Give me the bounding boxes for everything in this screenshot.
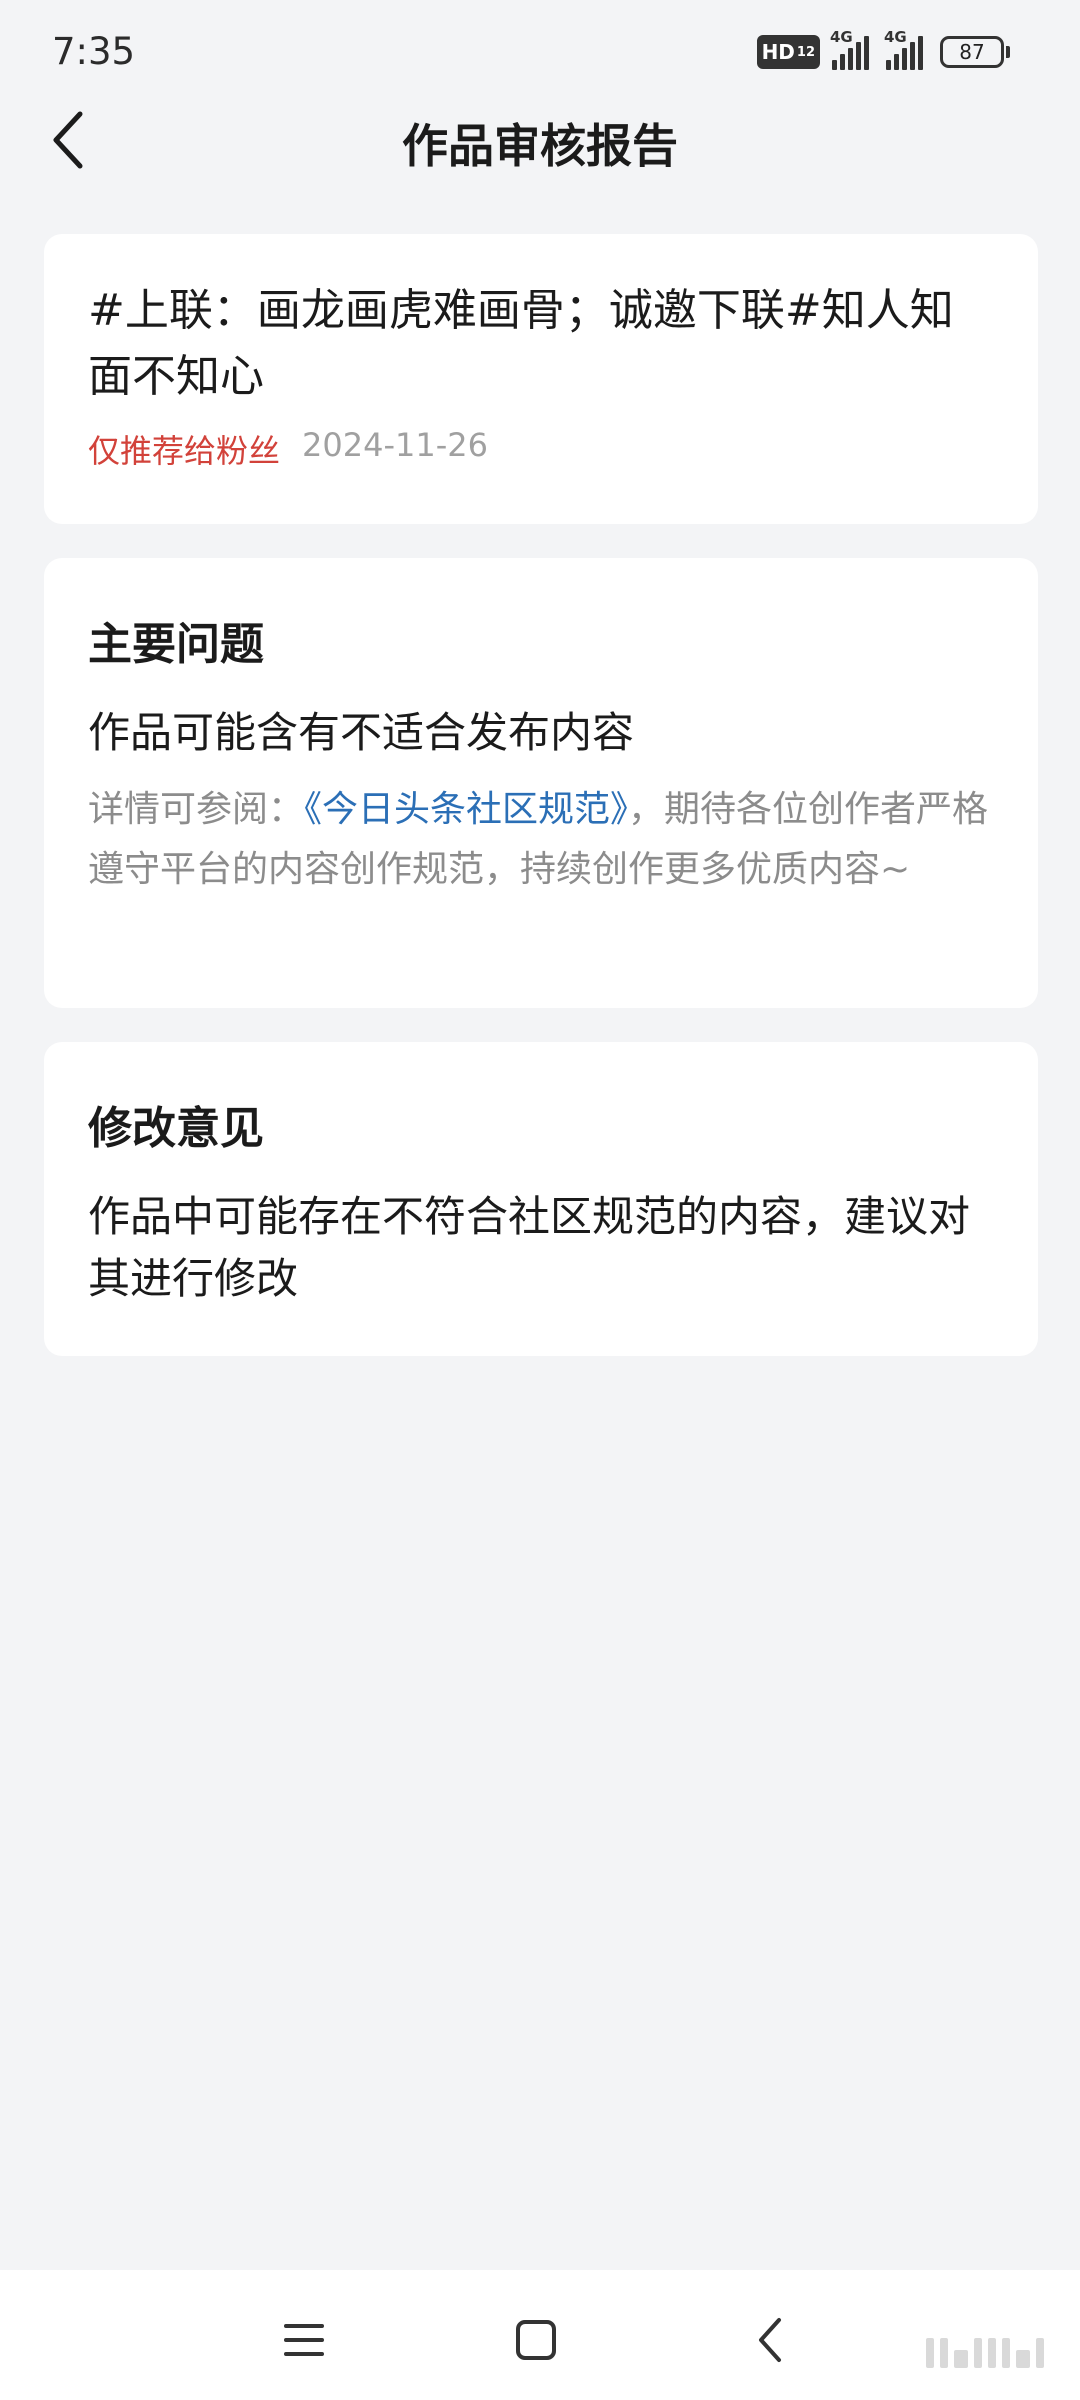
status-bar: 7:35 HD 12 4G 4G 87 (0, 0, 1080, 100)
status-icons: HD 12 4G 4G 87 (756, 28, 1010, 74)
signal-2-icon: 4G (884, 28, 928, 70)
network-type-1: 4G (830, 28, 853, 46)
system-nav-bar (0, 2270, 1080, 2400)
watermark-icon (926, 2332, 1044, 2368)
home-button[interactable] (506, 2310, 566, 2370)
network-type-2: 4G (884, 28, 907, 46)
app-screen: 7:35 HD 12 4G 4G 87 作品审核报告 #上联：画龙画虎难画骨；诚… (0, 0, 1080, 2400)
main-issue-heading: 主要问题 (88, 619, 264, 670)
nav-bar: 作品审核报告 (0, 100, 1080, 180)
hd-voice-icon: HD 12 (756, 35, 820, 69)
main-issue-detail: 详情可参阅：《今日头条社区规范》，期待各位创作者严格遵守平台的内容创作规范，持续… (88, 780, 994, 900)
work-date: 2024-11-26 (302, 426, 488, 464)
suggestion-heading: 修改意见 (88, 1103, 264, 1154)
work-meta: 仅推荐给粉丝 2024-11-26 (88, 426, 994, 472)
status-time: 7:35 (52, 30, 136, 73)
hd-label: HD (761, 40, 795, 64)
battery-icon: 87 (940, 36, 1010, 68)
system-back-button[interactable] (740, 2310, 800, 2370)
suggestion-text: 作品中可能存在不符合社区规范的内容，建议对其进行修改 (88, 1192, 971, 1303)
work-card[interactable]: #上联：画龙画虎难画骨；诚邀下联#知人知面不知心 仅推荐给粉丝 2024-11-… (44, 234, 1038, 524)
visibility-tag: 仅推荐给粉丝 (88, 432, 281, 470)
suggestion-card: 修改意见 作品中可能存在不符合社区规范的内容，建议对其进行修改 (44, 1042, 1038, 1356)
main-issue-card: 主要问题 作品可能含有不适合发布内容 详情可参阅：《今日头条社区规范》，期待各位… (44, 558, 1038, 1008)
main-issue-summary: 作品可能含有不适合发布内容 (88, 708, 635, 757)
community-guidelines-link[interactable]: 《今日头条社区规范》 (304, 789, 628, 830)
menu-button[interactable] (274, 2310, 334, 2370)
back-chevron-icon (759, 2318, 781, 2362)
detail-prefix: 详情可参阅： (88, 789, 305, 830)
work-title: #上联：画龙画虎难画骨；诚邀下联#知人知面不知心 (88, 285, 954, 402)
hd-sub: 12 (796, 44, 815, 60)
signal-1-icon: 4G (830, 28, 874, 70)
battery-level: 87 (940, 36, 1004, 68)
page-title: 作品审核报告 (402, 119, 678, 173)
menu-icon (284, 2324, 324, 2356)
home-square-icon (516, 2320, 556, 2360)
